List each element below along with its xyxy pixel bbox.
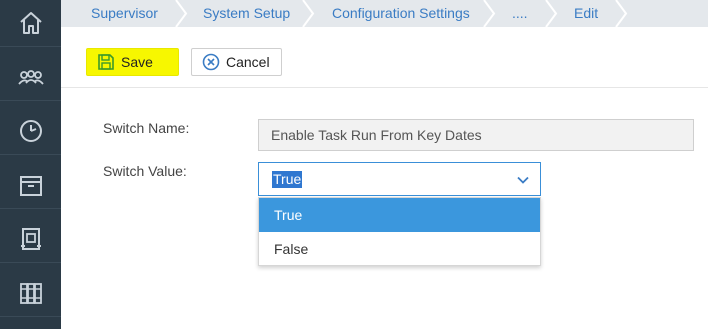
sidebar-item-archive[interactable] — [0, 162, 61, 209]
cancel-icon — [202, 53, 220, 71]
sidebar-item-library[interactable] — [0, 270, 61, 317]
breadcrumb-edit[interactable]: Edit — [574, 0, 598, 27]
switch-name-label: Switch Name: — [103, 120, 190, 136]
archive-icon — [19, 176, 42, 196]
library-icon — [19, 283, 42, 304]
switch-value-dropdown: True False — [258, 197, 541, 266]
save-icon — [98, 54, 114, 70]
breadcrumb-separator-icon — [175, 0, 188, 27]
home-icon — [19, 12, 42, 34]
sidebar-item-users[interactable] — [0, 54, 61, 101]
sidebar-item-home[interactable] — [0, 0, 61, 47]
switch-name-field: Enable Task Run From Key Dates — [258, 119, 694, 151]
cancel-button[interactable]: Cancel — [191, 48, 282, 76]
save-button[interactable]: Save — [86, 48, 179, 76]
toolbar: Save Cancel — [61, 27, 708, 88]
breadcrumb-separator-icon — [302, 0, 315, 27]
sidebar-item-document[interactable] — [0, 216, 61, 263]
users-icon — [17, 70, 44, 85]
breadcrumb-configuration-settings[interactable]: Configuration Settings — [332, 0, 470, 27]
breadcrumb-supervisor[interactable]: Supervisor — [91, 0, 158, 27]
breadcrumb-ellipsis[interactable]: .... — [512, 0, 528, 27]
cancel-button-label: Cancel — [226, 54, 270, 70]
sidebar — [0, 0, 61, 329]
switch-value-selected: True — [272, 171, 303, 188]
breadcrumb-separator-icon — [615, 0, 628, 27]
sidebar-item-dashboard[interactable] — [0, 108, 61, 155]
breadcrumb: Supervisor System Setup Configuration Se… — [61, 0, 708, 27]
switch-value-select[interactable]: True — [258, 162, 541, 196]
switch-value-label: Switch Value: — [103, 163, 187, 179]
breadcrumb-system-setup[interactable]: System Setup — [203, 0, 290, 27]
save-button-label: Save — [121, 54, 153, 70]
chevron-down-icon — [517, 176, 529, 184]
breadcrumb-separator-icon — [545, 0, 558, 27]
document-icon — [20, 228, 41, 250]
dashboard-icon — [19, 120, 42, 142]
breadcrumb-separator-icon — [483, 0, 496, 27]
option-false[interactable]: False — [259, 232, 540, 266]
option-true[interactable]: True — [259, 198, 540, 232]
